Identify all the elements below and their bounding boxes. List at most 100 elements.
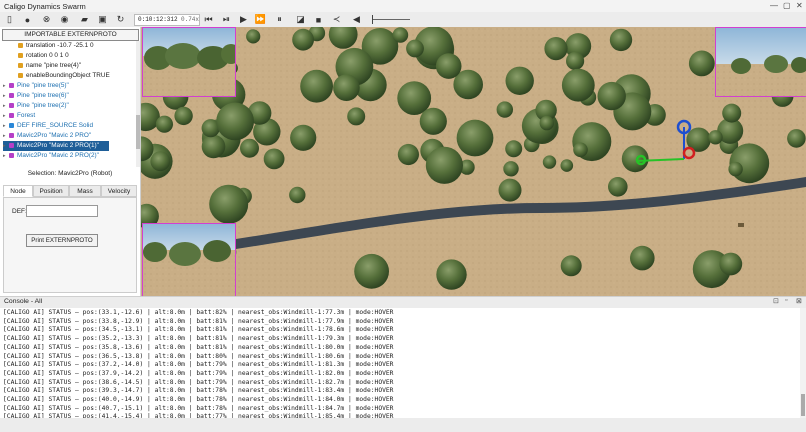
tree-field[interactable]: enableBoundingObject TRUE — [18, 71, 136, 81]
close-button[interactable]: ✕ — [796, 1, 803, 10]
console-title: Console - All — [4, 298, 43, 305]
console-close-icon[interactable]: ⊠ — [796, 297, 802, 305]
def-label: DEF: — [12, 208, 27, 215]
3d-viewport[interactable] — [141, 27, 806, 296]
tree-canopy — [292, 28, 314, 51]
tab-position[interactable]: Position — [33, 185, 69, 197]
node-icon — [9, 102, 14, 108]
tree-canopy — [263, 148, 285, 170]
tree-canopy — [728, 161, 743, 177]
tree-scrollbar-thumb[interactable] — [136, 115, 140, 149]
console-line: [CALIGO AI] STATUS — pos:(34.5,-13.1) | … — [3, 326, 394, 334]
print-externproto-button[interactable]: Print EXTERNPROTO — [26, 234, 98, 247]
importable-externproto-button[interactable]: IMPORTABLE EXTERNPROTO — [2, 29, 139, 41]
tree-canopy — [333, 74, 360, 101]
save-file-icon[interactable]: ▣ — [96, 13, 109, 26]
tree-canopy — [397, 143, 419, 166]
tree-canopy — [719, 252, 743, 276]
tree-node[interactable]: ▸ Mavic2Pro "Mavic 2 PRO(2)" — [3, 151, 133, 161]
tree-canopy — [566, 51, 585, 71]
maximize-button[interactable]: ▢ — [783, 1, 791, 10]
camera-view-bottom-left[interactable] — [142, 223, 236, 296]
tree-node[interactable]: ▸ Mavic2Pro "Mavic 2 PRO" — [3, 131, 133, 141]
volume-icon[interactable]: ◀ — [350, 13, 363, 26]
tree-node[interactable]: ▸ Pine "pine tree(5)" — [3, 81, 133, 91]
tree-canopy — [300, 69, 333, 103]
play-icon[interactable]: ▶ — [237, 13, 250, 26]
sim-time-value: 0:10:12:312 — [138, 16, 178, 23]
fast-forward-icon[interactable]: ⏩ — [254, 13, 267, 26]
sim-speed-value: 0.74x — [181, 16, 200, 23]
tree-canopy — [289, 186, 306, 204]
pause-icon[interactable]: ⏸ — [273, 13, 286, 26]
tree-canopy — [609, 28, 633, 52]
tree-canopy — [688, 50, 715, 77]
console-line: [CALIGO AI] STATUS — pos:(35.2,-13.3) | … — [3, 335, 394, 343]
record-icon[interactable]: ● — [21, 13, 34, 26]
console-scrollbar-thumb[interactable] — [801, 394, 805, 416]
drone-marker[interactable] — [738, 223, 744, 227]
tree-field[interactable]: translation -10.7 -25.1 0 — [18, 41, 136, 51]
console-line: [CALIGO AI] STATUS — pos:(36.5,-13.8) | … — [3, 352, 394, 360]
tree-canopy — [542, 155, 557, 169]
console-line: [CALIGO AI] STATUS — pos:(33.8,-12.9) | … — [3, 317, 394, 325]
console-output[interactable]: [CALIGO AI] STATUS — pos:(33.1,-12.6) | … — [0, 308, 800, 418]
tree-canopy — [496, 101, 513, 118]
node-icon — [9, 122, 14, 128]
toggle-panel-icon[interactable]: ▯ — [3, 13, 16, 26]
share-icon[interactable]: ≺ — [330, 13, 343, 26]
console-float-icon[interactable]: ⊡ — [773, 297, 779, 305]
volume-slider-handle[interactable] — [372, 15, 373, 24]
tree-field[interactable]: rotation 0 0 1 0 — [18, 51, 136, 61]
tree-canopy — [436, 259, 467, 290]
tree-node[interactable]: ▸ Mavic2Pro "Mavic 2 PRO(1)" — [3, 141, 109, 151]
video-icon[interactable]: ■ — [312, 13, 325, 26]
tree-canopy — [560, 159, 574, 172]
view-eye-icon[interactable]: ◉ — [58, 13, 71, 26]
camera-view-top-left-render — [143, 28, 235, 96]
tree-canopy — [392, 27, 409, 43]
tree-canopy — [561, 68, 595, 102]
minimize-button[interactable]: — — [770, 1, 778, 10]
open-file-icon[interactable]: ▰ — [78, 13, 91, 26]
tree-canopy — [347, 107, 366, 126]
camera-view-top-left[interactable] — [142, 27, 236, 97]
tree-item-label: name "pine tree(4)" — [26, 62, 81, 69]
tree-node[interactable]: ▸ Pine "pine tree(2)" — [3, 101, 133, 111]
scene-tree: translation -10.7 -25.1 0 rotation 0 0 1 … — [0, 41, 136, 167]
tree-canopy — [216, 102, 254, 141]
field-icon — [18, 42, 23, 48]
tree-canopy — [573, 142, 588, 158]
tree-item-label: Pine "pine tree(2)" — [17, 102, 69, 109]
tree-field[interactable]: name "pine tree(4)" — [18, 61, 136, 71]
tree-canopy — [560, 255, 582, 277]
tree-canopy — [246, 29, 261, 44]
volume-slider[interactable] — [372, 15, 410, 24]
tree-canopy — [425, 146, 463, 184]
camera-view-top-right-render — [716, 28, 806, 96]
camera-view-top-right[interactable] — [715, 27, 806, 97]
def-input[interactable] — [26, 205, 98, 217]
tab-node[interactable]: Node — [3, 185, 33, 197]
tree-canopy — [708, 130, 723, 145]
tree-item-label: Pine "pine tree(5)" — [17, 82, 69, 89]
tab-mass[interactable]: Mass — [69, 185, 101, 197]
reload-icon[interactable]: ↻ — [114, 13, 127, 26]
reset-view-icon[interactable]: ⊗ — [40, 13, 53, 26]
step-icon[interactable]: ⏯ — [220, 13, 233, 26]
tree-node[interactable]: ▸ Forest — [3, 111, 133, 121]
tree-canopy — [722, 103, 742, 123]
tree-node[interactable]: ▸ Pine "pine tree(6)" — [3, 91, 133, 101]
console-line: [CALIGO AI] STATUS — pos:(37.9,-14.2) | … — [3, 369, 394, 377]
tree-node[interactable]: ▸ DEF FIRE_SOURCE Solid — [3, 121, 133, 131]
tree-scrollbar[interactable] — [136, 41, 140, 167]
tree-canopy — [201, 134, 226, 159]
tree-item-label: rotation 0 0 1 0 — [26, 52, 69, 59]
field-icon — [18, 52, 23, 58]
console-line: [CALIGO AI] STATUS — pos:(35.8,-13.6) | … — [3, 343, 394, 351]
console-maximize-icon[interactable]: ▫ — [785, 297, 787, 304]
tab-velocity[interactable]: Velocity — [101, 185, 137, 197]
reset-icon[interactable]: ⏮ — [202, 13, 215, 26]
console-scrollbar[interactable] — [800, 308, 806, 418]
screenshot-icon[interactable]: ◪ — [294, 13, 307, 26]
